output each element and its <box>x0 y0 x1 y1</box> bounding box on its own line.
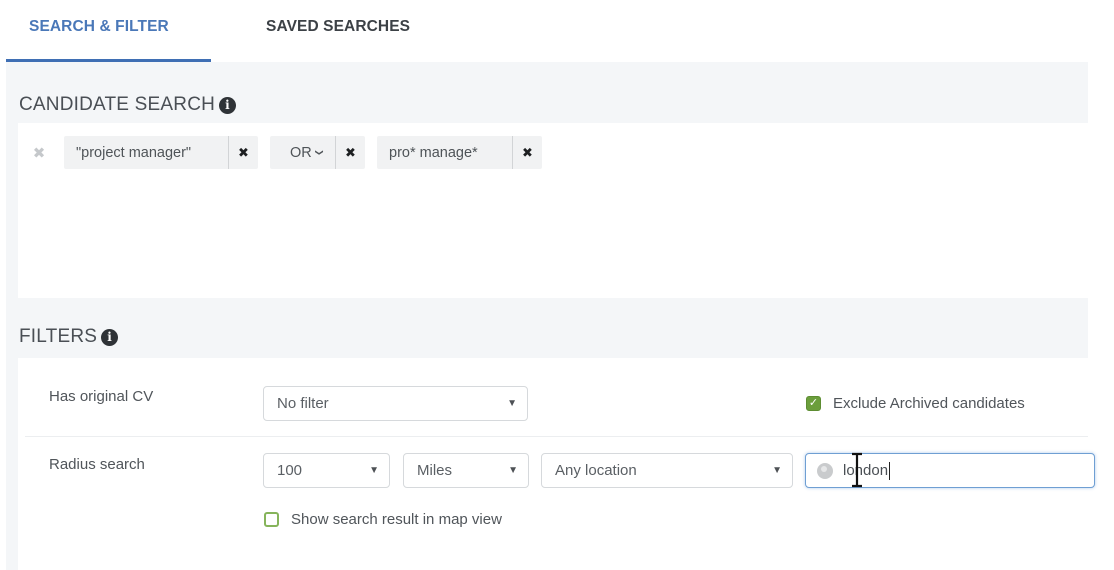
show-map-view-checkbox[interactable] <box>264 512 279 527</box>
text-caret <box>889 461 891 480</box>
search-term-chip[interactable]: "project manager" ✖ <box>64 136 258 169</box>
clear-all-x-icon[interactable]: ✖ <box>31 146 47 162</box>
location-input-text[interactable]: london <box>843 462 888 479</box>
radius-distance-select[interactable]: 100 ▼ <box>263 453 390 488</box>
search-term-text[interactable]: "project manager" <box>64 136 229 169</box>
caret-down-icon: ▼ <box>507 398 517 409</box>
filters-title: FILTERS <box>19 326 98 347</box>
boolean-operator-chip[interactable]: OR ❯ ✖ <box>270 136 365 169</box>
search-term-text[interactable]: pro* manage* <box>377 136 513 169</box>
panel-left-edge <box>6 62 18 570</box>
caret-down-icon: ▼ <box>369 465 379 476</box>
remove-term-x-icon[interactable]: ✖ <box>513 136 542 169</box>
candidate-search-title: CANDIDATE SEARCH <box>19 94 216 115</box>
location-input[interactable]: london <box>805 453 1095 488</box>
radius-search-label: Radius search <box>49 456 145 473</box>
tab-saved-searches[interactable]: SAVED SEARCHES <box>266 18 410 40</box>
checkmark-icon: ✓ <box>808 397 819 409</box>
operator-dropdown[interactable]: OR ❯ <box>270 136 336 169</box>
info-circle-icon[interactable]: i <box>101 328 119 346</box>
info-circle-icon[interactable]: i <box>219 96 237 114</box>
tab-search-and-filter[interactable]: SEARCH & FILTER <box>29 18 169 40</box>
exclude-archived-checkbox[interactable]: ✓ <box>806 396 821 411</box>
has-original-cv-select[interactable]: No filter ▼ <box>263 386 528 421</box>
row-divider <box>25 436 1088 437</box>
candidate-search-heading: CANDIDATE SEARCH i <box>19 94 237 116</box>
caret-down-icon: ▼ <box>772 465 782 476</box>
radius-unit-value: Miles <box>417 462 453 479</box>
operator-value: OR <box>290 144 312 161</box>
chevron-down-icon: ❯ <box>314 149 324 156</box>
remove-term-x-icon[interactable]: ✖ <box>229 136 258 169</box>
exclude-archived-label[interactable]: Exclude Archived candidates <box>833 395 1025 412</box>
caret-down-icon: ▼ <box>508 465 518 476</box>
radius-distance-value: 100 <box>277 462 303 479</box>
has-original-cv-value: No filter <box>277 395 329 412</box>
filters-heading: FILTERS i <box>19 326 119 348</box>
search-term-chip[interactable]: pro* manage* ✖ <box>377 136 542 169</box>
location-type-value: Any location <box>555 462 637 479</box>
location-type-select[interactable]: Any location ▼ <box>541 453 793 488</box>
globe-icon <box>817 462 833 479</box>
has-original-cv-label: Has original CV <box>49 388 154 405</box>
radius-unit-select[interactable]: Miles ▼ <box>403 453 529 488</box>
show-map-view-label[interactable]: Show search result in map view <box>291 511 502 528</box>
remove-operator-x-icon[interactable]: ✖ <box>336 136 365 169</box>
